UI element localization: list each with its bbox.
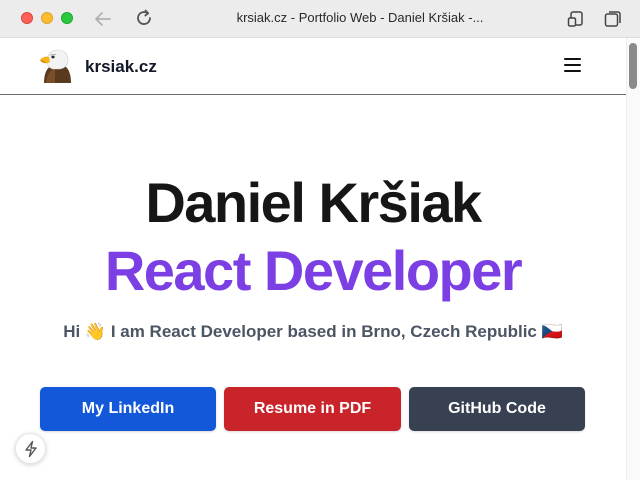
floating-action-button[interactable] bbox=[15, 433, 46, 464]
scrollbar-thumb[interactable] bbox=[629, 43, 637, 89]
browser-toolbar: krsiak.cz - Portfolio Web - Daniel Kršia… bbox=[0, 0, 640, 38]
reader-mode-icon[interactable] bbox=[566, 9, 586, 29]
hero-name-heading: Daniel Kršiak bbox=[145, 171, 482, 234]
hero-subtitle: Hi 👋 I am React Developer based in Brno,… bbox=[63, 322, 563, 341]
back-arrow-icon[interactable] bbox=[92, 8, 114, 30]
page-viewport: krsiak.cz Daniel Kršiak React Developer … bbox=[0, 38, 640, 480]
resume-pdf-button[interactable]: Resume in PDF bbox=[224, 387, 401, 431]
hamburger-menu-icon[interactable] bbox=[562, 56, 584, 76]
linkedin-button[interactable]: My LinkedIn bbox=[40, 387, 216, 431]
github-code-button[interactable]: GitHub Code bbox=[409, 387, 585, 431]
window-close-button[interactable] bbox=[21, 12, 33, 24]
page-tab-title: krsiak.cz - Portfolio Web - Daniel Kršia… bbox=[236, 10, 484, 25]
hero-role-heading: React Developer bbox=[104, 239, 523, 302]
lightning-bolt-icon bbox=[24, 440, 37, 457]
eagle-logo-icon[interactable] bbox=[38, 49, 74, 83]
window-minimize-button[interactable] bbox=[41, 12, 53, 24]
reload-icon[interactable] bbox=[133, 7, 155, 29]
page-scrollbar[interactable] bbox=[626, 38, 640, 480]
site-header: krsiak.cz bbox=[0, 38, 626, 95]
window-maximize-button[interactable] bbox=[61, 12, 73, 24]
site-brand-link[interactable]: krsiak.cz bbox=[85, 57, 157, 77]
tabs-overview-icon[interactable] bbox=[603, 9, 623, 29]
